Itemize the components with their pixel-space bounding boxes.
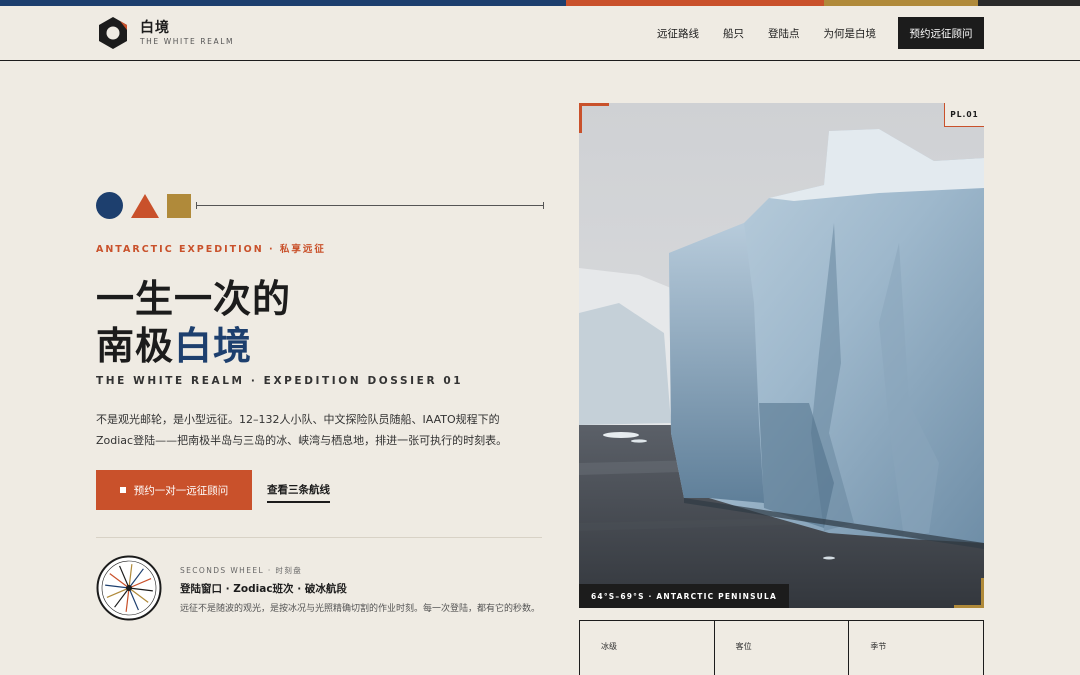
hero-description-line2: Zodiac登陆——把南极半岛与三岛的冰、峡湾与栖息地，排进一张可执行的时刻表。 [96, 434, 508, 447]
brand-name: 白境 [140, 19, 170, 36]
geometric-shapes [96, 192, 191, 219]
decorative-rule [196, 202, 544, 209]
circle-shape-icon [96, 192, 123, 219]
plate-label: PL.01 [944, 103, 984, 127]
hero-title-line1: 一生一次的 [96, 277, 292, 321]
book-one-on-one-label: 预约一对一远征顾问 [133, 484, 229, 497]
nav-item-routes[interactable]: 远征路线 [657, 26, 699, 41]
hero-subtitle: THE WHITE REALM · EXPEDITION DOSSIER 01 [96, 375, 464, 387]
spec-card-berths: 客位 [715, 621, 850, 675]
brand-logo[interactable]: 白境 THE WHITE REALM [96, 16, 234, 50]
spec-cards: 冰级 客位 季节 [579, 620, 984, 675]
triangle-shape-icon [131, 193, 159, 218]
hero-eyebrow: ANTARCTIC EXPEDITION · 私享远征 [96, 244, 326, 255]
hero-title: 一生一次的 南极白境 [96, 276, 291, 370]
square-bullet-icon [119, 487, 126, 493]
hero-title-line2a: 南极 [96, 324, 175, 368]
hero-title-line2b: 白境 [174, 324, 253, 368]
wheel-title: 登陆窗口 · Zodiac班次 · 破冰航段 [180, 583, 347, 595]
square-shape-icon [167, 193, 191, 218]
photo-corner-accent-tl [579, 103, 609, 133]
wheel-description: 远征不是随波的观光，是按冰况与光照精确切割的作业时刻。每一次登陆，都有它的秒数。 [180, 604, 541, 614]
wheel-caption: SECONDS WHEEL · 时刻盘 [180, 566, 303, 575]
brand-text: 白境 THE WHITE REALM [140, 20, 234, 47]
section-divider [96, 537, 542, 538]
coordinates-caption: 64°S–69°S · ANTARCTIC PENINSULA [579, 584, 789, 608]
book-one-on-one-button[interactable]: 预约一对一远征顾问 [96, 470, 252, 510]
nav-item-ships[interactable]: 船只 [723, 26, 744, 41]
view-routes-link[interactable]: 查看三条航线 [267, 482, 330, 503]
nav-item-landings[interactable]: 登陆点 [768, 26, 800, 41]
book-consultant-button[interactable]: 预约远征顾问 [898, 17, 984, 49]
seconds-wheel-icon [96, 555, 162, 621]
nav-item-why[interactable]: 为何是白境 [824, 26, 877, 41]
brand-tagline: THE WHITE REALM [140, 36, 235, 46]
photo-corner-accent-br [954, 578, 984, 608]
site-header: 白境 THE WHITE REALM 远征路线 船只 登陆点 为何是白境 预约远… [0, 6, 1080, 61]
hexagon-logo-icon [99, 17, 127, 49]
main-nav: 远征路线 船只 登陆点 为何是白境 预约远征顾问 [657, 17, 984, 49]
iceberg-photo [579, 103, 984, 608]
spec-card-ice-class: 冰级 [580, 621, 715, 675]
hero-description: 不是观光邮轮，是小型远征。12–132人小队、中文探险队员随船、IAATO规程下… [96, 409, 526, 451]
hero-description-line1: 不是观光邮轮，是小型远征。12–132人小队、中文探险队员随船、IAATO规程下… [96, 413, 500, 426]
spec-card-season: 季节 [870, 642, 887, 651]
